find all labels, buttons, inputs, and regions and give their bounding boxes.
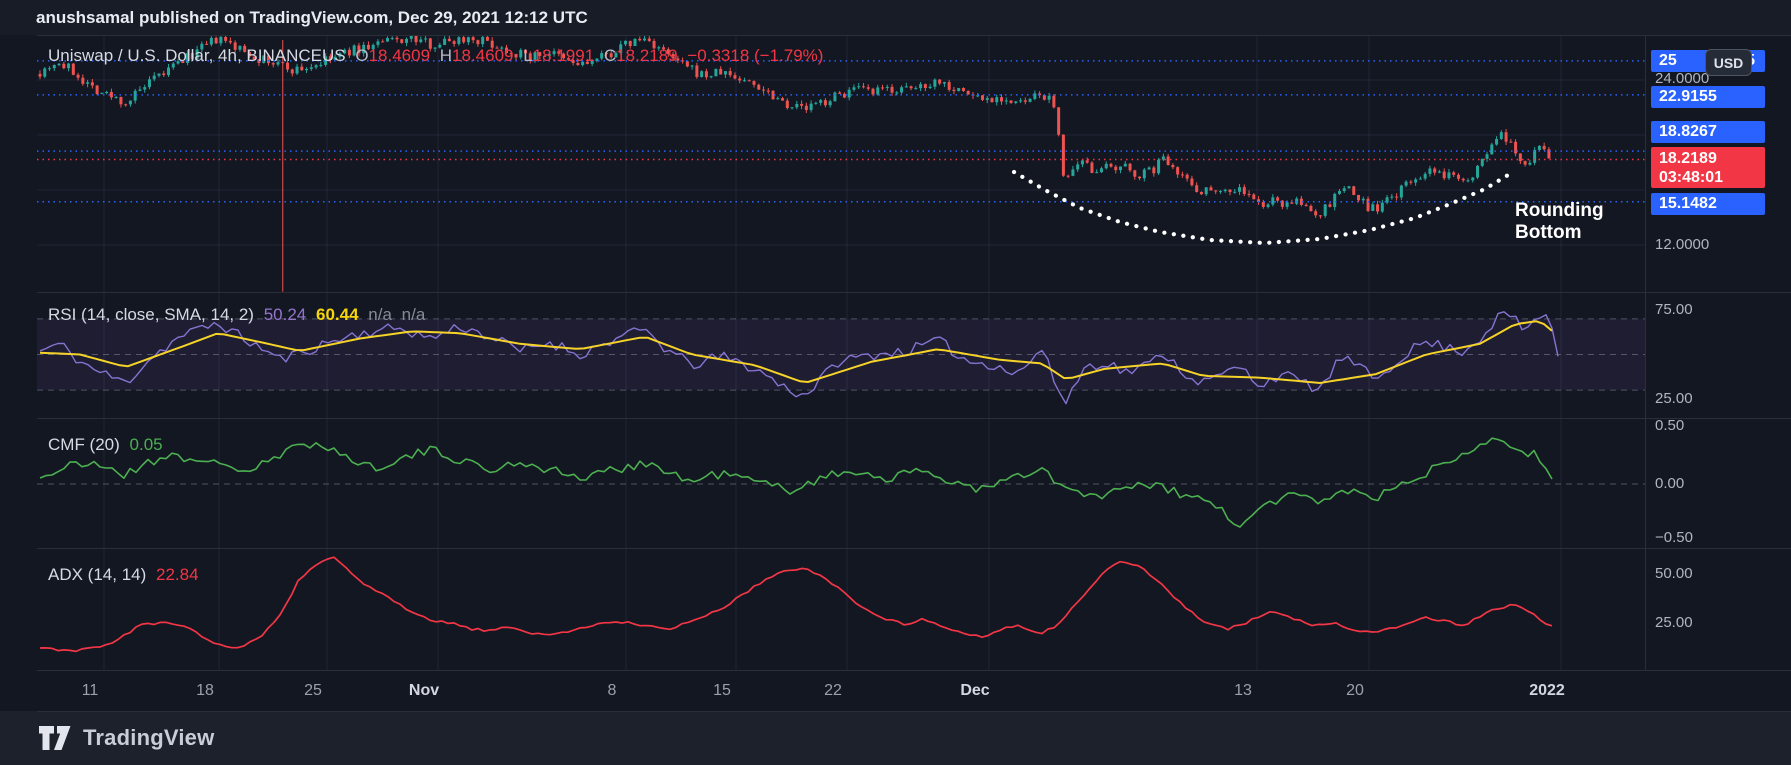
time-label: 25 <box>304 670 322 711</box>
footer: TradingView <box>0 711 1791 765</box>
high-value: 18.4609 <box>452 46 513 65</box>
axis-tick: 50.00 <box>1655 565 1693 583</box>
rsi-value: 50.24 <box>264 305 307 324</box>
pane-separator[interactable] <box>37 548 1791 549</box>
cmf-plot-svg[interactable] <box>37 418 1645 548</box>
time-label: Dec <box>960 670 989 711</box>
axis-tick: 75.00 <box>1655 301 1693 319</box>
time-label: 2022 <box>1529 670 1565 711</box>
symbol-legend[interactable]: Uniswap / U.S. Dollar, 4h, BINANCEUS O18… <box>48 46 828 66</box>
time-label: 15 <box>713 670 731 711</box>
adx-plot-svg[interactable] <box>37 548 1645 670</box>
high-label: H <box>440 46 452 65</box>
publish-banner-text: anushsamal published on TradingView.com,… <box>36 8 588 27</box>
price-alert-tag: 22.9155 <box>1651 86 1765 108</box>
tradingview-logo-icon[interactable] <box>38 725 72 751</box>
time-label: 22 <box>824 670 842 711</box>
time-label: 20 <box>1346 670 1364 711</box>
cmf-title[interactable]: CMF (20) <box>48 435 120 454</box>
time-label: 13 <box>1234 670 1252 711</box>
axis-tick: −0.50 <box>1655 529 1693 547</box>
tradingview-snapshot: anushsamal published on TradingView.com,… <box>0 0 1791 765</box>
right-axis[interactable]: USD 24.000012.000075.0025.000.500.00−0.5… <box>1645 35 1791 670</box>
open-label: O <box>355 46 368 65</box>
time-axis[interactable]: 11 18 25 Nov 8 15 22 Dec 13 20 2022 <box>0 670 1791 711</box>
open-value: 18.4609 <box>369 46 430 65</box>
price-alert-tag: 15.1482 <box>1651 193 1765 215</box>
axis-tick: 0.00 <box>1655 475 1684 493</box>
rsi-pane[interactable]: RSI (14, close, SMA, 14, 2) 50.24 60.44 … <box>37 292 1645 418</box>
rsi-legend[interactable]: RSI (14, close, SMA, 14, 2) 50.24 60.44 … <box>48 305 430 325</box>
adx-legend[interactable]: ADX (14, 14) 22.84 <box>48 565 204 585</box>
pane-separator <box>37 711 1791 712</box>
tradingview-brand-text[interactable]: TradingView <box>83 725 214 751</box>
pane-separator <box>37 35 1791 36</box>
axis-tick: 25.00 <box>1655 390 1693 408</box>
adx-title[interactable]: ADX (14, 14) <box>48 565 146 584</box>
axis-tick: 25.00 <box>1655 614 1693 632</box>
change-value: −0.3318 (−1.79%) <box>687 46 823 65</box>
rsi-title[interactable]: RSI (14, close, SMA, 14, 2) <box>48 305 254 324</box>
adx-pane[interactable]: ADX (14, 14) 22.84 <box>37 548 1645 670</box>
rsi-na-2: n/a <box>402 305 426 324</box>
low-label: L <box>523 46 532 65</box>
axis-tick: 12.0000 <box>1655 236 1709 254</box>
adx-value: 22.84 <box>156 565 199 584</box>
time-label: 8 <box>608 670 617 711</box>
cmf-legend[interactable]: CMF (20) 0.05 <box>48 435 168 455</box>
close-label: C <box>604 46 616 65</box>
pane-separator[interactable] <box>37 292 1791 293</box>
time-label: 11 <box>82 670 99 711</box>
cmf-value: 0.05 <box>130 435 163 454</box>
low-value: 18.1991 <box>533 46 594 65</box>
publish-banner: anushsamal published on TradingView.com,… <box>0 0 1791 35</box>
rounding-bottom-label: Rounding Bottom <box>1515 200 1645 244</box>
pane-separator[interactable] <box>37 418 1791 419</box>
rsi-na-1: n/a <box>368 305 392 324</box>
price-plot-svg[interactable] <box>37 35 1645 292</box>
pane-separator <box>37 670 1791 671</box>
symbol-title[interactable]: Uniswap / U.S. Dollar, 4h, BINANCEUS <box>48 46 346 65</box>
price-pane[interactable]: Uniswap / U.S. Dollar, 4h, BINANCEUS O18… <box>37 35 1645 292</box>
cmf-pane[interactable]: CMF (20) 0.05 <box>37 418 1645 548</box>
time-label: Nov <box>409 670 439 711</box>
close-value: 18.2189 <box>616 46 677 65</box>
rsi-sma-value: 60.44 <box>316 305 359 324</box>
time-label: 18 <box>196 670 214 711</box>
usd-currency-button[interactable]: USD <box>1705 49 1752 76</box>
price-alert-tag: 18.8267 <box>1651 121 1765 143</box>
current-price-tag: 18.218903:48:01 <box>1651 147 1765 188</box>
axis-tick: 0.50 <box>1655 417 1684 435</box>
